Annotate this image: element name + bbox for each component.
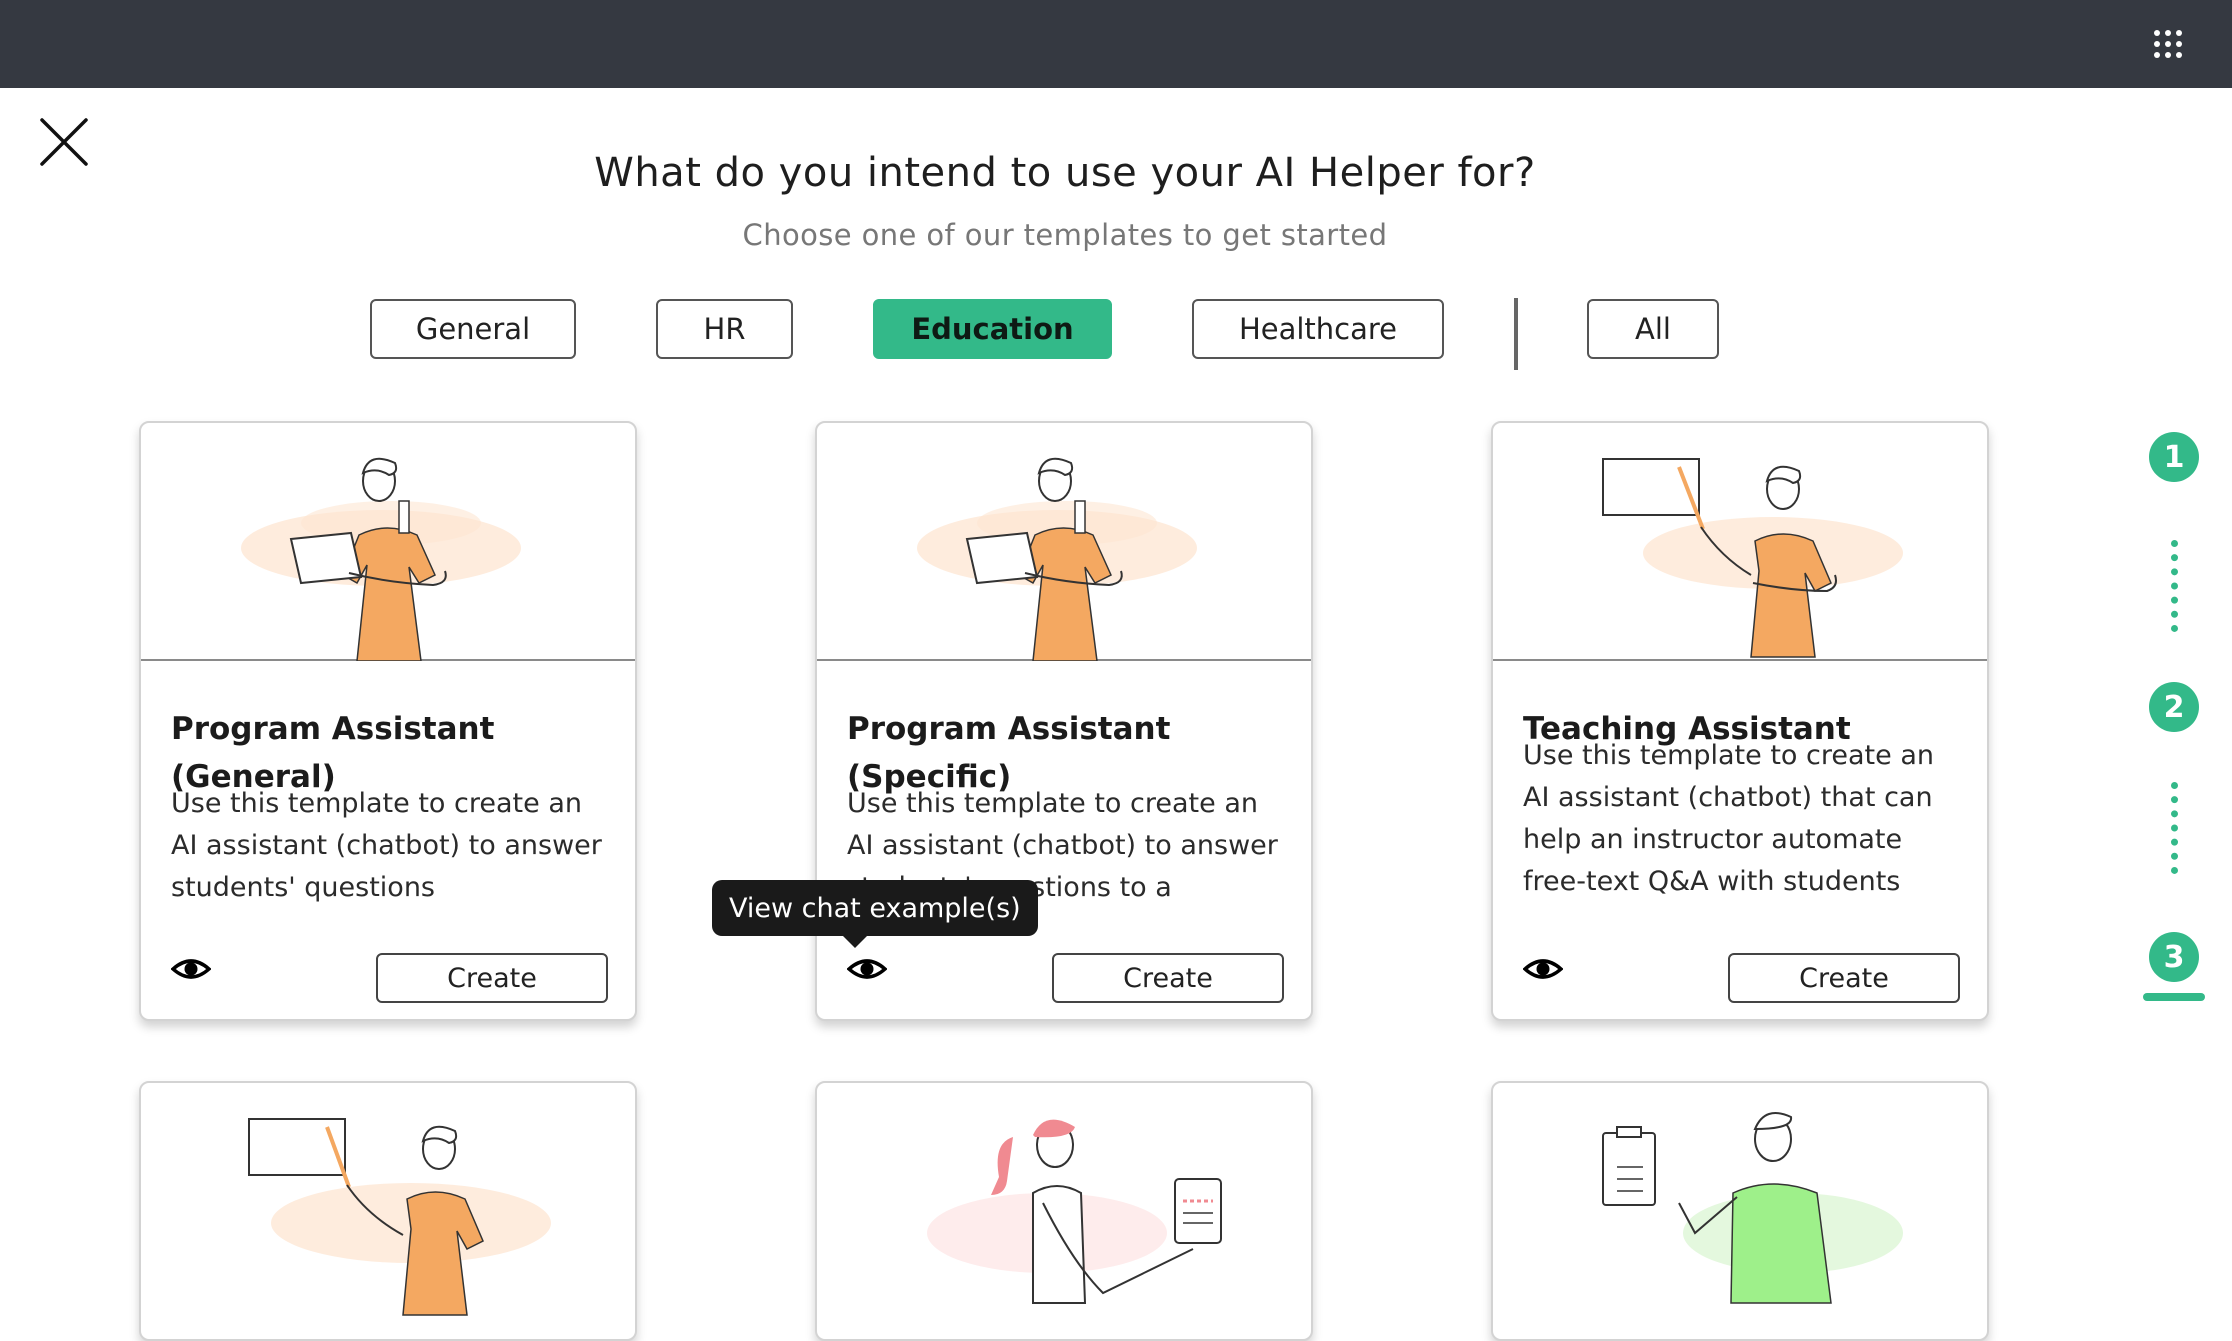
presenter-clipboard-illustration [1602, 1112, 1903, 1304]
person-laptop-illustration [917, 457, 1197, 661]
filter-hr-button[interactable]: HR [656, 299, 793, 359]
template-card-teaching-assistant: Teaching Assistant Use this template to … [1491, 421, 1989, 1021]
filter-general-button[interactable]: General [370, 299, 576, 359]
card-illustration [141, 423, 635, 661]
eye-icon[interactable] [171, 949, 211, 989]
doctor-clipboard-illustration [927, 1119, 1222, 1304]
page-title: What do you intend to use your AI Helper… [594, 150, 1536, 196]
card-illustration [817, 423, 1311, 661]
view-chat-example-tooltip: View chat example(s) [712, 880, 1038, 948]
step-1-indicator[interactable]: 1 [2149, 432, 2199, 482]
card-description: Use this template to create an AI assist… [1523, 740, 1934, 897]
create-button[interactable]: Create [1728, 953, 1960, 1003]
teacher-board-illustration [248, 1118, 551, 1316]
current-step-underline [2143, 993, 2205, 1001]
filter-healthcare-button[interactable]: Healthcare [1192, 299, 1444, 359]
card-illustration [1493, 1083, 1987, 1321]
eye-icon[interactable] [1523, 949, 1563, 989]
card-illustration [1493, 423, 1987, 661]
page-subtitle: Choose one of our templates to get start… [742, 218, 1388, 252]
eye-icon[interactable] [847, 949, 887, 989]
teacher-board-illustration [1602, 458, 1903, 658]
create-button[interactable]: Create [376, 953, 608, 1003]
template-card-row2-3[interactable] [1491, 1081, 1989, 1341]
apps-grid-icon[interactable] [2152, 28, 2184, 60]
card-illustration [141, 1083, 635, 1321]
top-bar [0, 0, 2232, 88]
filter-divider [1514, 298, 1518, 370]
filter-education-button[interactable]: Education [873, 299, 1112, 359]
template-card-program-assistant-general: Program Assistant (General) Use this tem… [139, 421, 637, 1021]
create-button[interactable]: Create [1052, 953, 1284, 1003]
step-3-indicator[interactable]: 3 [2149, 932, 2199, 982]
template-card-row2-2[interactable] [815, 1081, 1313, 1341]
card-illustration [817, 1083, 1311, 1321]
card-description: Use this template to create an AI assist… [171, 788, 602, 903]
step-connector [2171, 782, 2179, 874]
template-card-row2-1[interactable] [139, 1081, 637, 1341]
person-laptop-illustration [241, 457, 521, 661]
filter-all-button[interactable]: All [1587, 299, 1719, 359]
step-connector [2171, 540, 2179, 632]
step-2-indicator[interactable]: 2 [2149, 682, 2199, 732]
